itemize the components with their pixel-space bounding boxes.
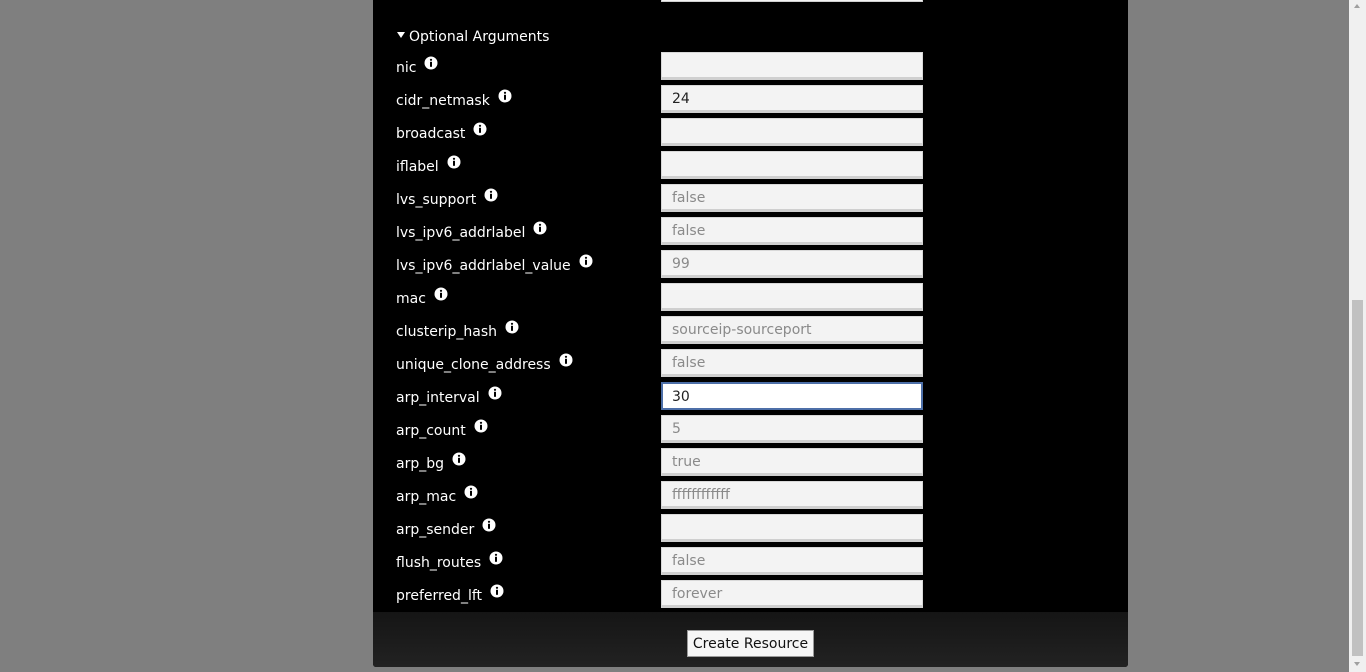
field-label-text: lvs_ipv6_addrlabel [396,225,526,241]
section-title: Optional Arguments [409,29,550,45]
info-icon[interactable] [434,287,448,301]
field-row-nic: nic [373,52,1128,85]
field-label: preferred_lft [396,584,504,605]
cidr-netmask-input[interactable] [661,85,923,113]
info-icon[interactable] [533,221,547,235]
field-label-text: preferred_lft [396,588,483,604]
info-icon[interactable] [447,155,461,169]
iflabel-input[interactable] [661,151,923,179]
scrollbar-thumb[interactable] [1352,300,1363,656]
info-icon[interactable] [474,419,488,433]
info-icon[interactable] [488,386,502,400]
field-label: flush_routes [396,551,503,572]
create-resource-button[interactable]: Create Resource [687,630,814,657]
field-label-text: nic [396,60,417,76]
page: Optional Arguments nic cidr_netmaskbroadc… [0,0,1366,672]
broadcast-input[interactable] [661,118,923,146]
field-label-text: arp_mac [396,489,457,505]
arp-count-input[interactable] [661,415,923,443]
info-icon[interactable] [484,188,498,202]
lvs-support-input[interactable] [661,184,923,212]
info-icon[interactable] [505,320,519,334]
info-icon[interactable] [424,56,438,70]
info-icon[interactable] [489,551,503,565]
field-label-text: arp_count [396,423,466,439]
field-row-clusterip-hash: clusterip_hash [373,316,1128,349]
field-row-arp-count: arp_count [373,415,1128,448]
field-label-text: clusterip_hash [396,324,498,340]
vertical-scrollbar[interactable] [1349,0,1366,672]
field-label-text: arp_bg [396,456,444,472]
preferred-lft-input[interactable] [661,580,923,608]
field-row-unique-clone-address: unique_clone_address [373,349,1128,382]
field-label: mac [396,287,448,308]
lvs-ipv6-addrlabel-input[interactable] [661,217,923,245]
arp-interval-input[interactable] [661,382,923,410]
arp-mac-input[interactable] [661,481,923,509]
info-icon[interactable] [490,584,504,598]
create-resource-dialog: Optional Arguments nic cidr_netmaskbroadc… [373,0,1128,667]
field-label: lvs_support [396,188,498,209]
nic-input[interactable] [661,52,923,80]
field-row-preferred-lft: preferred_lft [373,580,1128,613]
field-label: clusterip_hash [396,320,519,341]
field-row-mac: mac [373,283,1128,316]
scroll-down-icon[interactable] [1354,662,1360,666]
field-label: arp_sender [396,518,496,539]
field-label-text: cidr_netmask [396,93,490,109]
field-row-arp-interval: arp_interval [373,382,1128,415]
field-label: unique_clone_address [396,353,573,374]
field-label: arp_count [396,419,488,440]
info-icon[interactable] [473,122,487,136]
field-row-lvs-support: lvs_support [373,184,1128,217]
field-label-text: mac [396,291,426,307]
scroll-up-icon[interactable] [1354,4,1360,8]
flush-routes-input[interactable] [661,547,923,575]
mac-input[interactable] [661,283,923,311]
arp-bg-input[interactable] [661,448,923,476]
field-label: arp_bg [396,452,466,473]
dialog-footer: Create Resource [373,612,1128,667]
field-row-arp-mac: arp_mac [373,481,1128,514]
arp-sender-input[interactable] [661,514,923,542]
field-label: lvs_ipv6_addrlabel_value [396,254,593,275]
field-label: lvs_ipv6_addrlabel [396,221,547,242]
field-label-text: unique_clone_address [396,357,551,373]
field-label-text: arp_sender [396,522,475,538]
info-icon[interactable] [579,254,593,268]
field-row-iflabel: iflabel [373,151,1128,184]
info-icon[interactable] [482,518,496,532]
info-icon[interactable] [452,452,466,466]
optional-arguments-toggle[interactable]: Optional Arguments [397,26,549,48]
field-row-broadcast: broadcast [373,118,1128,151]
field-label-text: flush_routes [396,555,482,571]
field-label-text: broadcast [396,126,466,142]
field-label: cidr_netmask [396,89,512,110]
field-label: nic [396,56,438,77]
field-label: iflabel [396,155,461,176]
field-row-flush-routes: flush_routes [373,547,1128,580]
field-row-cidr-netmask: cidr_netmask [373,85,1128,118]
unique-clone-address-input[interactable] [661,349,923,377]
field-label: arp_mac [396,485,478,506]
field-label-text: lvs_ipv6_addrlabel_value [396,258,571,274]
info-icon[interactable] [464,485,478,499]
triangle-down-icon [397,31,405,38]
info-icon[interactable] [559,353,573,367]
lvs-ipv6-addrlabel-value-input[interactable] [661,250,923,278]
info-icon[interactable] [498,89,512,103]
previous-field-bottom-edge[interactable] [661,0,923,2]
field-row-lvs-ipv6-addrlabel-value: lvs_ipv6_addrlabel_value [373,250,1128,283]
clusterip-hash-input[interactable] [661,316,923,344]
field-label: broadcast [396,122,487,143]
field-row-lvs-ipv6-addrlabel: lvs_ipv6_addrlabel [373,217,1128,250]
field-label-text: iflabel [396,159,439,175]
field-label: arp_interval [396,386,502,407]
field-row-arp-sender: arp_sender [373,514,1128,547]
field-label-text: arp_interval [396,390,480,406]
field-row-arp-bg: arp_bg [373,448,1128,481]
field-label-text: lvs_support [396,192,477,208]
